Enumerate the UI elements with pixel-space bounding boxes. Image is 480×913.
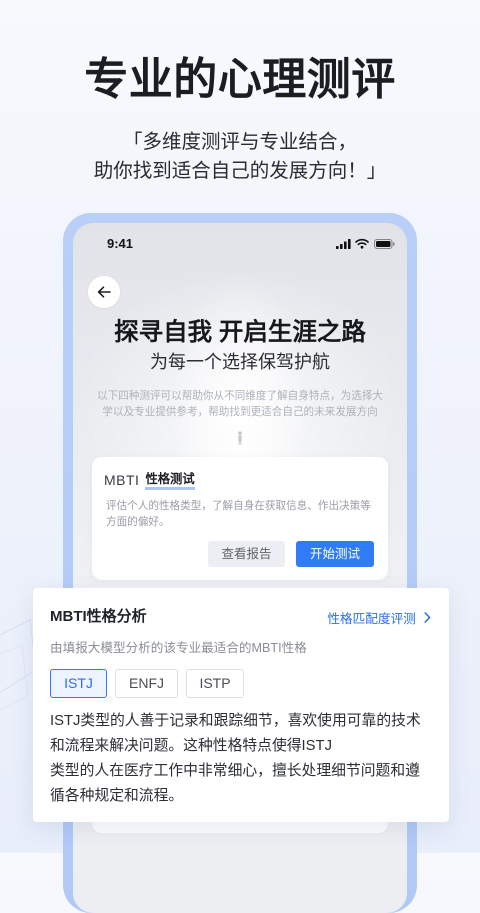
mbti-test-card: MBTI 性格测试 评估个人的性格类型，了解自身在获取信息、作出决策等 方面的偏… xyxy=(92,457,388,580)
wifi-icon xyxy=(355,238,369,249)
page-heading: 探寻自我 开启生涯之路 xyxy=(114,319,366,346)
match-evaluation-link[interactable]: 性格匹配度评测 xyxy=(327,607,431,627)
hero-subtitle-line: 助你找到适合自己的发展方向！」 xyxy=(93,160,387,182)
person-figure-icon xyxy=(238,431,242,445)
intro-line: 以下四种测评可以帮助你从不同维度了解自身特点，为选择大 xyxy=(96,390,384,402)
test-card-name: 性格测试 xyxy=(145,469,195,490)
analysis-paragraph-line: 和流程来解决问题。这种性格特点使得ISTJ xyxy=(50,738,332,754)
analysis-caption: 由填报大模型分析的该专业最适合的MBTI性格 xyxy=(50,641,307,655)
battery-icon xyxy=(374,239,395,249)
intro-line: 学以及专业提供参考，帮助找到更适合自己的未来发展方向 xyxy=(102,406,378,418)
chevron-right-icon xyxy=(424,611,431,623)
match-evaluation-link-label: 性格匹配度评测 xyxy=(327,611,416,626)
mbti-analysis-panel: MBTI性格分析 性格匹配度评测 由填报大模型分析的该专业最适合的MBTI性格 … xyxy=(33,588,449,822)
hero-subtitle-line: 「多维度测评与专业结合， xyxy=(122,131,357,153)
test-card-title: MBTI 性格测试 xyxy=(104,469,195,490)
back-arrow-icon xyxy=(97,286,111,298)
view-report-button[interactable]: 查看报告 xyxy=(208,541,285,567)
hero-subtitle: 「多维度测评与专业结合， 助你找到适合自己的发展方向！」 xyxy=(0,128,480,186)
hero-title: 专业的心理测评 xyxy=(84,55,396,104)
back-button[interactable] xyxy=(88,276,120,308)
mbti-type-tag[interactable]: ENFJ xyxy=(115,669,178,698)
mbti-type-tag[interactable]: ISTP xyxy=(186,669,244,698)
test-card-description-line: 评估个人的性格类型，了解自身在获取信息、作出决策等 xyxy=(106,500,371,512)
signal-icon xyxy=(336,239,351,249)
mbti-type-tags: ISTJ ENFJ ISTP xyxy=(50,669,244,698)
analysis-paragraph-line: ISTJ类型的人善于记录和跟踪细节，喜欢使用可靠的技术 xyxy=(50,713,421,729)
mbti-type-tag[interactable]: ISTJ xyxy=(50,669,107,698)
analysis-paragraph-line: 循各种规定和流程。 xyxy=(50,788,184,804)
status-time: 9:41 xyxy=(107,236,134,251)
intro-text: 以下四种测评可以帮助你从不同维度了解自身特点，为选择大 学以及专业提供参考，帮助… xyxy=(73,388,407,420)
analysis-title: MBTI性格分析 xyxy=(50,608,147,625)
page-subheading: 为每一个选择保驾护航 xyxy=(150,352,330,372)
test-card-description-line: 方面的偏好。 xyxy=(106,516,170,528)
test-card-description: 评估个人的性格类型，了解自身在获取信息、作出决策等 方面的偏好。 xyxy=(106,498,371,530)
analysis-paragraph-line: 类型的人在医疗工作中非常细心，擅长处理细节问题和遵 xyxy=(50,763,420,779)
test-card-brand: MBTI xyxy=(104,471,140,488)
analysis-paragraph: ISTJ类型的人善于记录和跟踪细节，喜欢使用可靠的技术 和流程来解决问题。这种性… xyxy=(50,709,421,809)
start-test-button[interactable]: 开始测试 xyxy=(296,541,374,567)
